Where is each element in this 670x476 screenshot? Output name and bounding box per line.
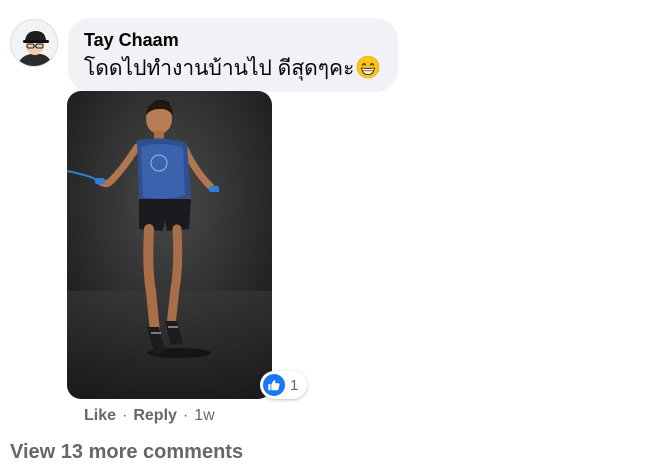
- comment-author[interactable]: Tay Chaam: [84, 28, 179, 52]
- comment-text: โดดไปทำงานบ้านไป ดีสุดๆคะ: [84, 57, 355, 80]
- reply-button[interactable]: Reply: [133, 407, 177, 425]
- reaction-count: 1: [290, 376, 299, 394]
- separator-dot: ·: [182, 407, 189, 424]
- comment-bubble: Tay Chaam โดดไปทำงานบ้านไป ดีสุดๆคะ: [68, 18, 398, 92]
- comment-thread: Tay Chaam โดดไปทำงานบ้านไป ดีสุดๆคะ 1 Li…: [0, 0, 670, 476]
- separator-dot: ·: [122, 407, 128, 424]
- jump-rope-photo: [67, 91, 272, 399]
- like-button[interactable]: Like: [84, 407, 116, 425]
- view-more-comments-link[interactable]: View 13 more comments: [10, 441, 243, 464]
- comment-text-row: โดดไปทำงานบ้านไป ดีสุดๆคะ: [84, 54, 382, 84]
- like-icon: [263, 374, 285, 396]
- grinning-face-icon: [356, 55, 380, 79]
- avatar[interactable]: [10, 19, 58, 67]
- comment-actions: Like · Reply · 1w: [84, 407, 215, 425]
- comment-photo[interactable]: [67, 91, 272, 399]
- reaction-badge[interactable]: 1: [260, 371, 308, 399]
- avatar-image: [11, 20, 57, 66]
- comment-timestamp[interactable]: 1w: [194, 407, 214, 425]
